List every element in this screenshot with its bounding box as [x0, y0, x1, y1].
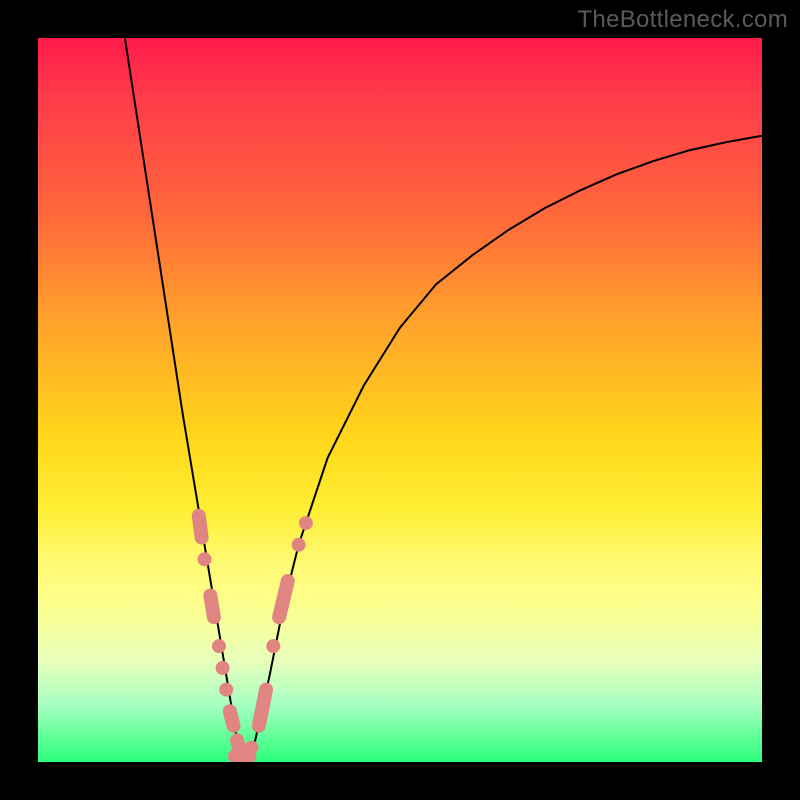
marker-capsule: [279, 581, 288, 617]
marker-dot: [216, 661, 230, 675]
plot-area: [38, 38, 762, 762]
marker-dot: [266, 639, 280, 653]
marker-dot: [212, 639, 226, 653]
marker-group: [198, 516, 313, 756]
marker-capsule: [199, 516, 202, 538]
marker-dot: [219, 683, 233, 697]
marker-capsule: [210, 595, 214, 617]
marker-dot: [299, 516, 313, 530]
watermark-text: TheBottleneck.com: [577, 6, 788, 34]
marker-capsule: [259, 690, 266, 726]
marker-dot: [198, 552, 212, 566]
curve-left-branch: [125, 38, 241, 762]
curve-svg: [38, 38, 762, 762]
chart-frame: TheBottleneck.com: [0, 0, 800, 800]
marker-dot: [292, 538, 306, 552]
marker-capsule: [230, 711, 234, 725]
marker-dot: [245, 741, 259, 755]
curve-right-branch: [248, 136, 762, 762]
